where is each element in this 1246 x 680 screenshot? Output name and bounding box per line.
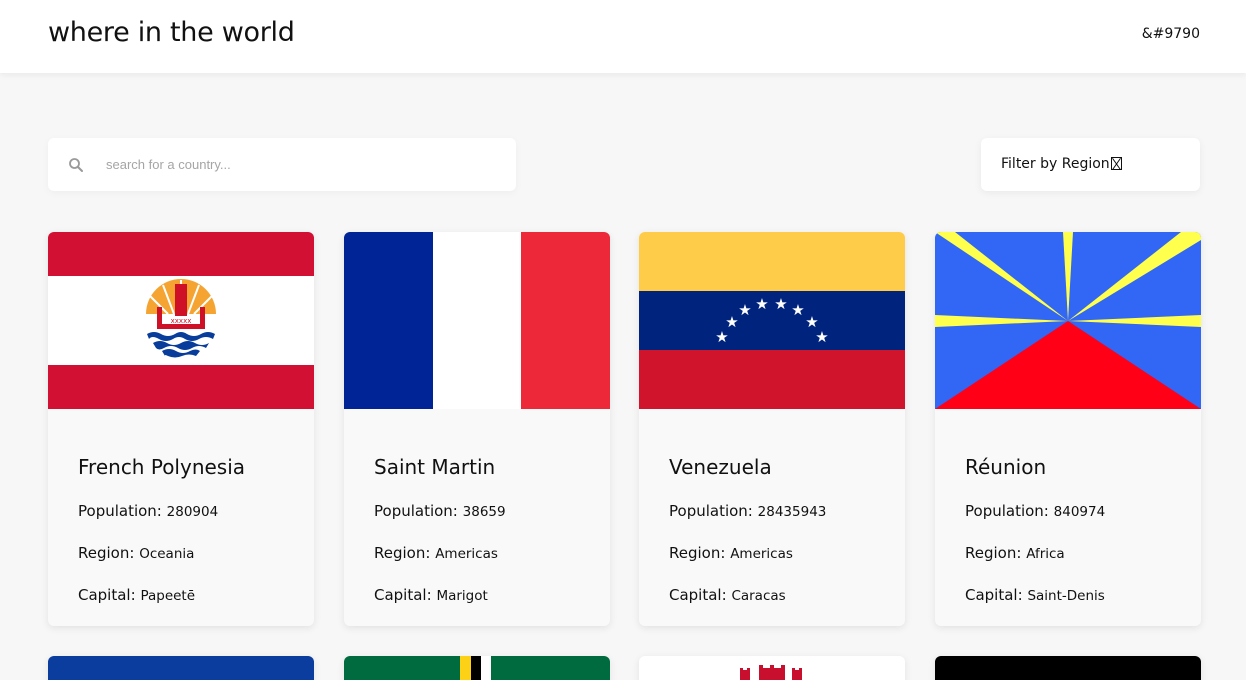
svg-text:★: ★ xyxy=(755,295,768,313)
country-card[interactable]: Réunion Population: 840974 Region: Afric… xyxy=(935,232,1201,626)
country-flag: ★ ★ ★ ★ ★ ★ ★ ★ xyxy=(639,232,905,409)
capital-row: Capital: Papeetē xyxy=(78,586,196,604)
country-name: Venezuela xyxy=(669,455,772,479)
capital-row: Capital: Caracas xyxy=(669,586,786,604)
country-card[interactable] xyxy=(344,656,610,680)
region-value: Americas xyxy=(730,546,793,562)
capital-value: Saint-Denis xyxy=(1027,588,1105,604)
region-filter-label: Filter by Region xyxy=(1001,156,1122,172)
population-value: 28435943 xyxy=(757,504,827,520)
search-input[interactable] xyxy=(106,152,486,177)
region-filter-dropdown[interactable]: Filter by Region xyxy=(981,138,1200,191)
country-flag xyxy=(48,656,314,680)
search-bar xyxy=(48,138,516,191)
country-flag: xxxxx xyxy=(48,232,314,409)
country-flag xyxy=(344,656,610,680)
country-name: French Polynesia xyxy=(78,455,246,479)
country-card[interactable]: xxxxx French Polynesia Population: 28090… xyxy=(48,232,314,626)
country-name: Réunion xyxy=(965,455,1047,479)
country-card[interactable] xyxy=(935,656,1201,680)
region-row: Region: Oceania xyxy=(78,544,195,562)
population-row: Population: 840974 xyxy=(965,502,1106,520)
population-row: Population: 38659 xyxy=(374,502,506,520)
capital-row: Capital: Marigot xyxy=(374,586,488,604)
region-row: Region: Africa xyxy=(965,544,1065,562)
svg-text:xxxxx: xxxxx xyxy=(171,317,192,325)
capital-value: Marigot xyxy=(436,588,488,604)
country-flag xyxy=(639,656,905,680)
dark-mode-toggle[interactable]: &#9790 xyxy=(1142,26,1200,42)
region-value: Americas xyxy=(435,546,498,562)
country-flag xyxy=(935,232,1201,409)
country-card[interactable]: ★ ★ ★ ★ ★ ★ ★ ★ Venezuela Population: 2843594… xyxy=(639,232,905,626)
region-row: Region: Americas xyxy=(669,544,793,562)
population-row: Population: 280904 xyxy=(78,502,219,520)
country-flag xyxy=(935,656,1201,680)
app-header: where in the world &#9790 xyxy=(0,0,1246,73)
svg-text:★: ★ xyxy=(738,301,751,319)
capital-row: Capital: Saint-Denis xyxy=(965,586,1105,604)
svg-text:★: ★ xyxy=(791,301,804,319)
population-value: 840974 xyxy=(1053,504,1106,520)
search-icon xyxy=(69,158,83,172)
svg-text:★: ★ xyxy=(774,295,787,313)
svg-text:★: ★ xyxy=(815,328,828,346)
svg-text:★: ★ xyxy=(725,313,738,331)
region-value: Africa xyxy=(1026,546,1065,562)
region-row: Region: Americas xyxy=(374,544,498,562)
country-card[interactable] xyxy=(639,656,905,680)
capital-value: Papeetē xyxy=(140,588,196,604)
region-value: Oceania xyxy=(139,546,195,562)
capital-value: Caracas xyxy=(731,588,786,604)
country-name: Saint Martin xyxy=(374,455,496,479)
chevron-down-icon xyxy=(1110,157,1122,170)
country-flag xyxy=(344,232,610,409)
country-card[interactable]: Saint Martin Population: 38659 Region: A… xyxy=(344,232,610,626)
app-title: where in the world xyxy=(48,17,295,48)
country-card[interactable] xyxy=(48,656,314,680)
population-row: Population: 28435943 xyxy=(669,502,827,520)
population-value: 280904 xyxy=(166,504,219,520)
population-value: 38659 xyxy=(462,504,506,520)
